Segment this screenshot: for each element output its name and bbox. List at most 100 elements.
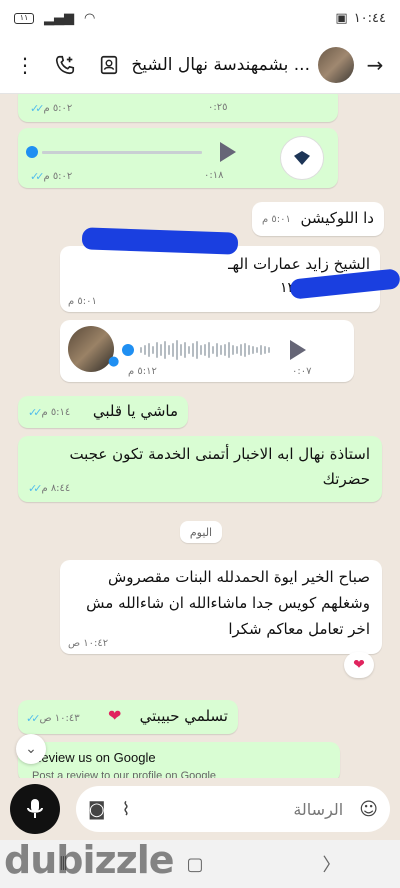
message-time: ٥:١٤ م [41,407,71,418]
google-review-card[interactable]: Review us on Google Post a review to our… [18,742,340,778]
waveform-bar [192,343,194,357]
waveform-bar [204,344,206,356]
incoming-message[interactable]: صباح الخير ايوة الحمدلله البنات مقصروش و… [60,560,382,654]
message-meta: ✓✓ ٥:١٤ م [28,406,70,419]
waveform-bar [168,345,170,355]
waveform-bar [212,346,214,354]
chevron-down-icon: ⌄ [25,741,37,757]
play-icon[interactable] [220,142,236,162]
waveform-bar [140,347,142,353]
voice-message-bubble[interactable]: ✓✓ ٥:٠٢ م ٠:١٨ [18,128,338,188]
waveform-bar [176,340,178,360]
menu-icon[interactable]: ⋮ [10,50,40,80]
incoming-message[interactable]: ٥:٠١ م دا اللوكيشن [252,202,384,236]
chat-header: ⋮ بشمهندسة نهال الشيخ ... → [0,36,400,94]
waveform-bar [208,342,210,358]
playback-position[interactable] [26,146,38,158]
waveform-bar [244,343,246,357]
date-separator: اليوم [180,521,222,543]
voice-player[interactable] [26,140,236,164]
waveform[interactable] [42,140,212,164]
message-text: دا اللوكيشن [300,209,374,227]
playback-position[interactable] [122,344,134,356]
waveform-bar [160,344,162,356]
waveform-bar [144,345,146,355]
waveform-bar [228,342,230,358]
waveform-bar [240,344,242,356]
message-text: تسلمي حبيبتي [139,707,228,725]
waveform-bar [156,342,158,358]
wifi-icon: ◠ [84,10,96,26]
waveform-bar [236,346,238,354]
message-meta: ✓✓ ١٠:٤٣ ص [26,712,80,725]
mic-icon: ● [108,354,120,369]
waveform-bar [180,344,182,356]
waveform-bar [224,344,226,356]
back-arrow-icon[interactable]: → [360,50,390,80]
chat-title[interactable]: بشمهندسة نهال الشيخ ... [124,55,318,75]
read-ticks-icon: ✓✓ [26,712,41,725]
message-time: ٥:١٢ م [128,366,157,377]
voice-duration: ٠:١٨ [204,170,224,181]
camera-icon[interactable]: ◙ [88,799,105,820]
waveform-bar [264,346,266,354]
back-nav-icon[interactable]: 〉 [322,851,340,877]
waveform-bar [184,342,186,358]
message-time: ٥:٠٢ م [43,103,73,114]
message-text: صباح الخير ايوة الحمدلله البنات مقصروش و… [86,568,370,638]
waveform-bar [148,343,150,357]
waveform-bar [172,343,174,357]
waveform-bar [196,341,198,359]
read-ticks-icon: ✓✓ [30,102,45,115]
message-time: ١٠:٤٢ ص [68,638,109,649]
waveform-bar [220,345,222,355]
voice-message-bubble[interactable]: ✓✓ ٥:٠٢ م ٠:٢٥ [18,94,338,122]
outgoing-message[interactable]: ✓✓ ٥:١٤ م ماشي يا قلبي [18,396,188,428]
outgoing-message[interactable]: استاذة نهال ابه الاخبار أتمنى الخدمة تكو… [18,436,382,502]
waveform-bar [248,345,250,355]
scroll-down-button[interactable]: ⌄ [16,734,46,764]
attach-icon[interactable]: ⌇ [121,799,130,820]
waveform-bar [232,345,234,355]
message-text: استاذة نهال ابه الاخبار أتمنى الخدمة تكو… [69,445,370,488]
message-time: ٥:٠١ م [262,214,291,225]
microphone-icon [27,799,43,818]
google-review-title[interactable]: Review us on Google [32,750,156,765]
incoming-voice-message[interactable]: ● ٥:١٢ م ٠:٠٧ [60,320,354,382]
voice-player[interactable] [122,338,342,362]
message-placeholder[interactable]: الرسالة [146,800,343,819]
signal-icon: ▂▄▆ [44,10,74,26]
waveform-bar [260,345,262,355]
read-ticks-icon: ✓✓ [28,482,43,495]
screen-record-icon: ▣ [335,10,348,26]
voice-duration: ٠:٠٧ [292,366,312,377]
message-time: ٨:٤٤ م [41,483,71,494]
contact-avatar[interactable] [318,46,354,83]
add-call-icon[interactable] [50,50,80,80]
contact-card-icon[interactable] [94,50,124,80]
home-nav-icon[interactable]: ▢ [186,854,203,875]
waveform-bar [256,347,258,353]
message-text: ماشي يا قلبي [92,402,178,420]
read-ticks-icon: ✓✓ [30,170,45,183]
outgoing-message[interactable]: ✓✓ ١٠:٤٣ ص ❤ تسلمي حبيبتي [18,700,238,734]
waveform-bar [188,346,190,354]
chat-area[interactable]: ✓✓ ٥:٠٢ م ٠:٢٥ ✓✓ ٥:٠٢ م ٠:١٨ ٥:٠١ م دا … [0,94,400,778]
waveform[interactable] [140,338,270,362]
heart-reaction-icon[interactable]: ❤ [344,652,374,678]
read-ticks-icon: ✓✓ [28,406,43,419]
emoji-icon[interactable]: ☺ [359,799,378,820]
clock: ١٠:٤٤ [353,10,386,26]
message-input[interactable]: ◙ ⌇ الرسالة ☺ [76,786,390,832]
message-time: ٥:٠١ م [68,296,97,307]
watermark-logo: dubizzle [4,838,175,882]
waveform-bar [152,346,154,354]
waveform-bar [268,347,270,353]
play-icon[interactable] [290,340,306,360]
waveform-bar [252,346,254,354]
message-meta: ✓✓ ٨:٤٤ م [28,482,70,495]
voice-record-button[interactable] [10,784,60,834]
waveform-bar [164,341,166,359]
status-left: ١١ ▂▄▆ ◠ [14,11,95,26]
battery-icon: ١١ [14,12,34,24]
